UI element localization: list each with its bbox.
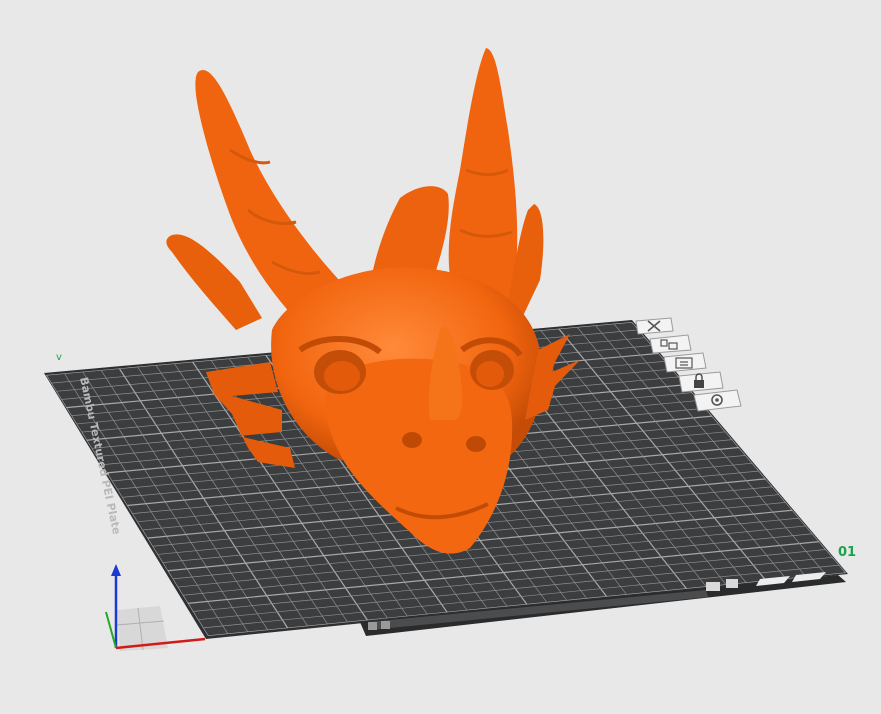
plate-front-tab-2 bbox=[726, 579, 738, 588]
plate-number[interactable]: 01 bbox=[838, 545, 856, 560]
plate-front-tab-1 bbox=[706, 582, 720, 591]
orient-plate-button[interactable] bbox=[663, 352, 707, 373]
plate-corner-marker: v bbox=[56, 352, 62, 363]
plate-front-marker-2 bbox=[381, 621, 390, 629]
3d-viewport[interactable]: Bambu Textured PEI Plate v 01 bbox=[0, 0, 881, 714]
delete-plate-button[interactable] bbox=[635, 317, 674, 335]
y-axis bbox=[105, 611, 117, 649]
plate-settings-button[interactable] bbox=[693, 389, 742, 412]
arrange-plate-button[interactable] bbox=[649, 334, 692, 354]
plate-front-marker-1 bbox=[368, 622, 377, 630]
lock-plate-button[interactable] bbox=[678, 371, 724, 393]
scene-canvas[interactable]: Bambu Textured PEI Plate v 01 bbox=[0, 0, 881, 714]
